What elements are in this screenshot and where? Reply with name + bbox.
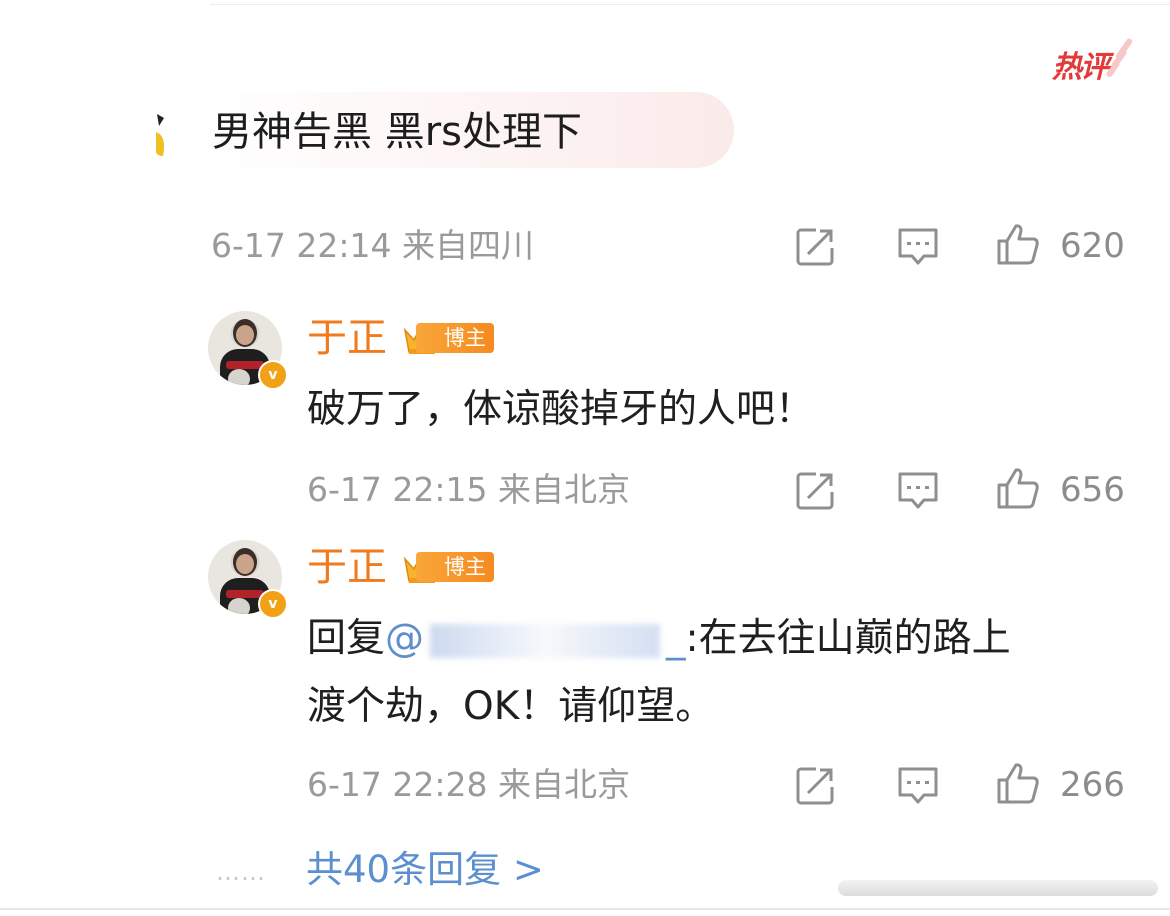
main-comment-meta: 6-17 22:14 来自四川	[211, 226, 534, 265]
reply-username[interactable]: 于正	[307, 314, 387, 362]
reply-meta: 6-17 22:15 来自北京	[307, 470, 630, 509]
hot-comment-badge: 热评	[1048, 37, 1134, 85]
mention-link[interactable]: @ _	[385, 616, 686, 661]
reply-prefix: 回复	[307, 616, 386, 661]
reply-text-line1: :在去往山巅的路上	[685, 616, 1011, 661]
comment-icon[interactable]	[896, 224, 940, 268]
share-icon[interactable]	[794, 763, 838, 807]
blogger-tag: 博主	[416, 552, 494, 582]
reply-meta: 6-17 22:28 来自北京	[307, 765, 630, 804]
thumbs-up-icon[interactable]	[996, 222, 1040, 266]
redacted-username	[430, 623, 661, 658]
reply-username[interactable]: 于正	[307, 543, 387, 591]
main-comment-text: 男神告黑 黑rs处理下	[212, 109, 582, 155]
reply-text-line2: 渡个劫，OK！请仰望。	[307, 684, 715, 729]
like-count: 266	[1060, 765, 1125, 805]
like-count: 620	[1060, 226, 1125, 266]
share-icon[interactable]	[794, 224, 838, 268]
comment-icon[interactable]	[896, 468, 940, 512]
verified-v-icon: v	[258, 589, 288, 619]
quote-mark-icon	[156, 114, 165, 156]
view-more-replies-link[interactable]: 共40条回复 >	[306, 846, 544, 894]
verified-v-icon: v	[258, 360, 288, 390]
share-icon[interactable]	[794, 468, 838, 512]
thumbs-up-icon[interactable]	[996, 466, 1040, 510]
top-divider	[210, 4, 1170, 5]
more-dots: ……	[216, 858, 266, 886]
thumbs-up-icon[interactable]	[996, 761, 1040, 805]
like-count: 656	[1060, 470, 1125, 510]
blogger-tag: 博主	[416, 323, 494, 353]
bottom-divider	[0, 908, 1170, 910]
flame-decoration-icon	[1098, 37, 1134, 80]
reply-text: 回复@ _:在去往山巅的路上	[307, 606, 1011, 672]
reply-text: 破万了，体谅酸掉牙的人吧！	[307, 387, 815, 432]
comment-icon[interactable]	[896, 763, 940, 807]
horizontal-scrollbar[interactable]	[838, 880, 1158, 896]
